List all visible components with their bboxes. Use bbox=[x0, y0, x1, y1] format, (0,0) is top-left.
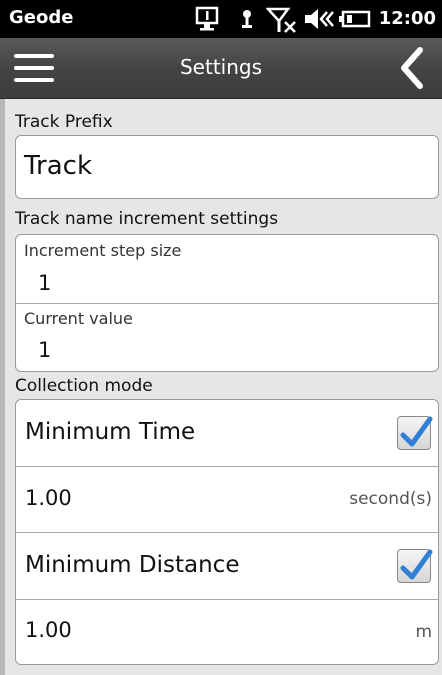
current-value-field[interactable]: Current value 1 bbox=[16, 304, 438, 371]
minimum-distance-unit: m bbox=[415, 622, 432, 642]
minimum-distance-label: Minimum Distance bbox=[25, 552, 240, 578]
increment-step-field[interactable]: Increment step size 1 bbox=[16, 235, 438, 303]
increment-step-value: 1 bbox=[38, 271, 52, 295]
track-prefix-value: Track bbox=[24, 151, 93, 181]
checkmark-icon bbox=[400, 549, 433, 580]
minimum-time-value: 1.00 bbox=[25, 486, 72, 510]
minimum-time-unit: second(s) bbox=[349, 489, 432, 509]
track-prefix-input[interactable]: Track bbox=[15, 135, 439, 199]
minimum-time-label: Minimum Time bbox=[25, 419, 196, 445]
increment-step-label: Increment step size bbox=[24, 241, 182, 260]
chevron-left-icon[interactable] bbox=[396, 46, 430, 90]
status-bar: Geode 12:00 bbox=[0, 0, 442, 38]
no-signal-icon bbox=[265, 6, 298, 38]
sync-icon bbox=[194, 6, 220, 36]
collection-mode-label: Collection mode bbox=[15, 376, 153, 396]
minimum-distance-value-field[interactable]: 1.00 m bbox=[16, 600, 438, 664]
increment-settings-label: Track name increment settings bbox=[15, 209, 279, 229]
page-title: Settings bbox=[179, 55, 263, 79]
minimum-time-checkbox[interactable] bbox=[397, 416, 433, 450]
increment-settings-group: Increment step size 1 Current value 1 bbox=[15, 234, 439, 372]
minimum-distance-value: 1.00 bbox=[25, 618, 72, 642]
current-value-value: 1 bbox=[38, 338, 52, 362]
current-value-label: Current value bbox=[24, 309, 133, 328]
track-prefix-label: Track Prefix bbox=[15, 112, 113, 132]
minimum-time-value-field[interactable]: 1.00 second(s) bbox=[16, 467, 438, 532]
title-bar: Settings bbox=[0, 38, 442, 99]
checkmark-icon bbox=[400, 416, 433, 447]
gps-icon bbox=[238, 6, 256, 36]
status-app-name: Geode bbox=[9, 7, 74, 28]
minimum-distance-checkbox[interactable] bbox=[397, 549, 433, 583]
minimum-distance-row[interactable]: Minimum Distance bbox=[16, 533, 438, 599]
minimum-time-row[interactable]: Minimum Time bbox=[16, 400, 438, 466]
settings-content: Track Prefix Track Track name increment … bbox=[5, 99, 442, 675]
collection-mode-group: Minimum Time 1.00 second(s) Minimum Dist… bbox=[15, 399, 439, 665]
battery-icon bbox=[339, 6, 371, 36]
status-time: 12:00 bbox=[378, 8, 436, 29]
volume-muted-icon bbox=[303, 6, 335, 36]
